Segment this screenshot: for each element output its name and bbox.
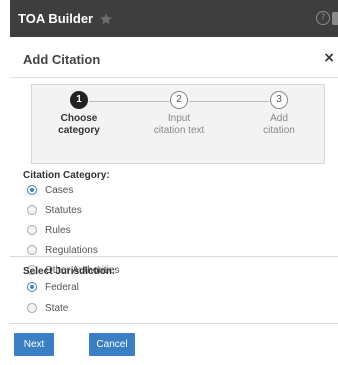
step-3: 3 Add citation bbox=[234, 91, 324, 137]
radio-button[interactable] bbox=[27, 185, 37, 195]
step-number: 3 bbox=[270, 91, 288, 109]
step-label-line: Add bbox=[270, 113, 288, 124]
step-label: Add citation bbox=[234, 113, 324, 137]
app-titlebar: TOA Builder ? bbox=[10, 0, 338, 37]
step-number: 1 bbox=[70, 91, 88, 109]
panel-header: Add Citation × bbox=[10, 37, 338, 78]
radio-label: Rules bbox=[45, 224, 71, 236]
step-label: Input citation text bbox=[134, 113, 224, 137]
radio-button[interactable] bbox=[27, 225, 37, 235]
category-option-cases[interactable]: Cases bbox=[27, 183, 73, 197]
jurisdiction-option-state[interactable]: State bbox=[27, 301, 68, 315]
radio-button[interactable] bbox=[27, 205, 37, 215]
radio-button[interactable] bbox=[27, 303, 37, 313]
section-divider bbox=[10, 256, 338, 257]
step-1: 1 Choose category bbox=[34, 91, 124, 137]
panel-title: Add Citation bbox=[23, 52, 101, 67]
step-2: 2 Input citation text bbox=[134, 91, 224, 137]
app-title: TOA Builder bbox=[18, 11, 94, 26]
radio-button[interactable] bbox=[27, 282, 37, 292]
radio-label: Federal bbox=[45, 281, 79, 293]
step-label-line: Choose bbox=[60, 113, 98, 124]
category-option-rules[interactable]: Rules bbox=[27, 223, 71, 237]
pin-icon[interactable] bbox=[332, 11, 338, 25]
help-icon[interactable]: ? bbox=[316, 11, 330, 25]
add-citation-panel: Add Citation × 1 Choose category 2 Input… bbox=[10, 37, 338, 365]
footer-divider bbox=[10, 323, 338, 324]
radio-label: Cases bbox=[45, 184, 74, 196]
jurisdiction-label: Select Jurisdiction: bbox=[23, 266, 116, 277]
radio-label: Statutes bbox=[45, 204, 82, 216]
radio-label: State bbox=[45, 302, 69, 314]
jurisdiction-option-federal[interactable]: Federal bbox=[27, 280, 79, 294]
category-option-statutes[interactable]: Statutes bbox=[27, 203, 82, 217]
citation-category-label: Citation Category: bbox=[23, 170, 110, 181]
step-label-line: citation bbox=[263, 125, 295, 136]
radio-button[interactable] bbox=[27, 245, 37, 255]
step-number: 2 bbox=[170, 91, 188, 109]
radio-label: Regulations bbox=[45, 244, 98, 256]
step-label-line: category bbox=[58, 125, 100, 136]
step-label: Choose category bbox=[34, 113, 124, 137]
next-button[interactable]: Next bbox=[14, 333, 54, 356]
star-icon[interactable] bbox=[99, 12, 113, 26]
category-option-regulations[interactable]: Regulations bbox=[27, 243, 98, 257]
close-icon[interactable]: × bbox=[323, 51, 335, 65]
step-label-line: citation text bbox=[153, 125, 205, 136]
cancel-button[interactable]: Cancel bbox=[89, 333, 135, 356]
step-indicator: 1 Choose category 2 Input citation text … bbox=[31, 84, 325, 164]
step-label-line: Input bbox=[167, 113, 191, 124]
